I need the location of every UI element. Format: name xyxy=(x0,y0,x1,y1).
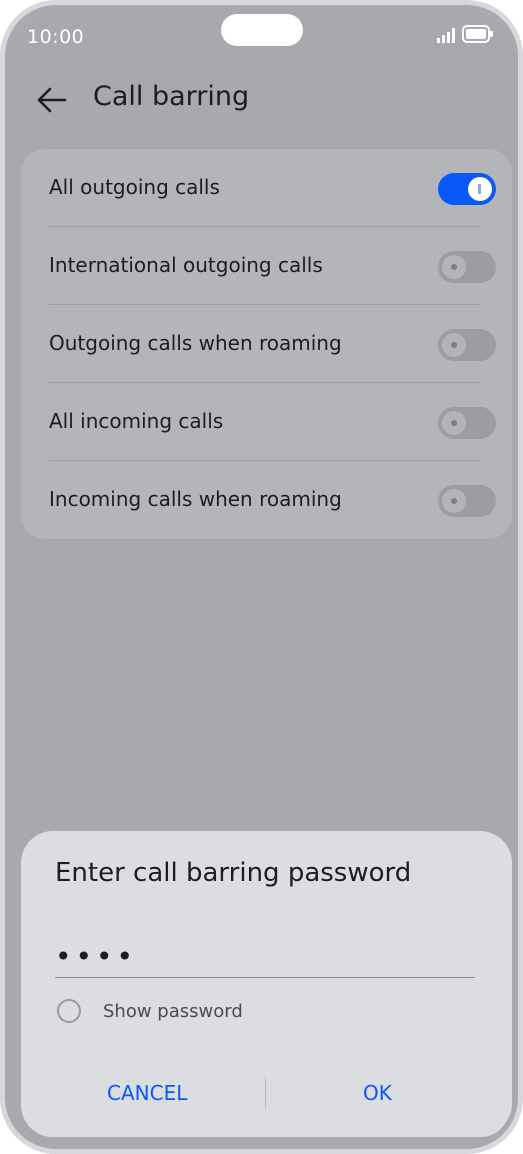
password-input[interactable] xyxy=(55,935,475,978)
camera-pill xyxy=(221,14,303,46)
setting-row-outgoing-roaming[interactable]: Outgoing calls when roaming xyxy=(37,305,496,383)
toggle-knob xyxy=(468,177,492,201)
page-title: Call barring xyxy=(93,81,250,112)
dialog-title: Enter call barring password xyxy=(55,858,412,888)
setting-label: Outgoing calls when roaming xyxy=(49,331,342,355)
setting-label: All outgoing calls xyxy=(49,175,220,199)
toggle-knob xyxy=(442,255,466,279)
toggle-knob xyxy=(442,489,466,513)
setting-label: All incoming calls xyxy=(49,409,224,433)
setting-row-international-outgoing[interactable]: International outgoing calls xyxy=(37,227,496,305)
toggle-knob xyxy=(442,411,466,435)
setting-row-incoming-roaming[interactable]: Incoming calls when roaming xyxy=(37,461,496,539)
phone-frame: 10:00 Call barring All outgoing calls In… xyxy=(0,0,523,1154)
arrow-left-icon[interactable] xyxy=(35,83,69,117)
toggle-switch[interactable] xyxy=(438,485,496,517)
call-barring-list: All outgoing calls International outgoin… xyxy=(21,149,512,539)
signal-icon xyxy=(437,28,455,43)
show-password-checkbox[interactable] xyxy=(57,999,81,1023)
screen: 10:00 Call barring All outgoing calls In… xyxy=(9,9,514,1145)
battery-icon xyxy=(462,25,493,43)
show-password-label[interactable]: Show password xyxy=(103,1001,243,1022)
toggle-knob xyxy=(442,333,466,357)
toggle-switch[interactable] xyxy=(438,251,496,283)
status-time: 10:00 xyxy=(27,26,85,48)
toggle-switch[interactable] xyxy=(438,173,496,205)
cancel-button[interactable]: CANCEL xyxy=(107,1081,187,1105)
button-divider xyxy=(265,1077,266,1109)
password-dialog: Enter call barring password Show passwor… xyxy=(21,831,512,1137)
setting-label: International outgoing calls xyxy=(49,253,323,277)
setting-label: Incoming calls when roaming xyxy=(49,487,342,511)
ok-button[interactable]: OK xyxy=(363,1081,392,1105)
toggle-switch[interactable] xyxy=(438,407,496,439)
setting-row-all-outgoing[interactable]: All outgoing calls xyxy=(37,149,496,227)
setting-row-all-incoming[interactable]: All incoming calls xyxy=(37,383,496,461)
toggle-switch[interactable] xyxy=(438,329,496,361)
